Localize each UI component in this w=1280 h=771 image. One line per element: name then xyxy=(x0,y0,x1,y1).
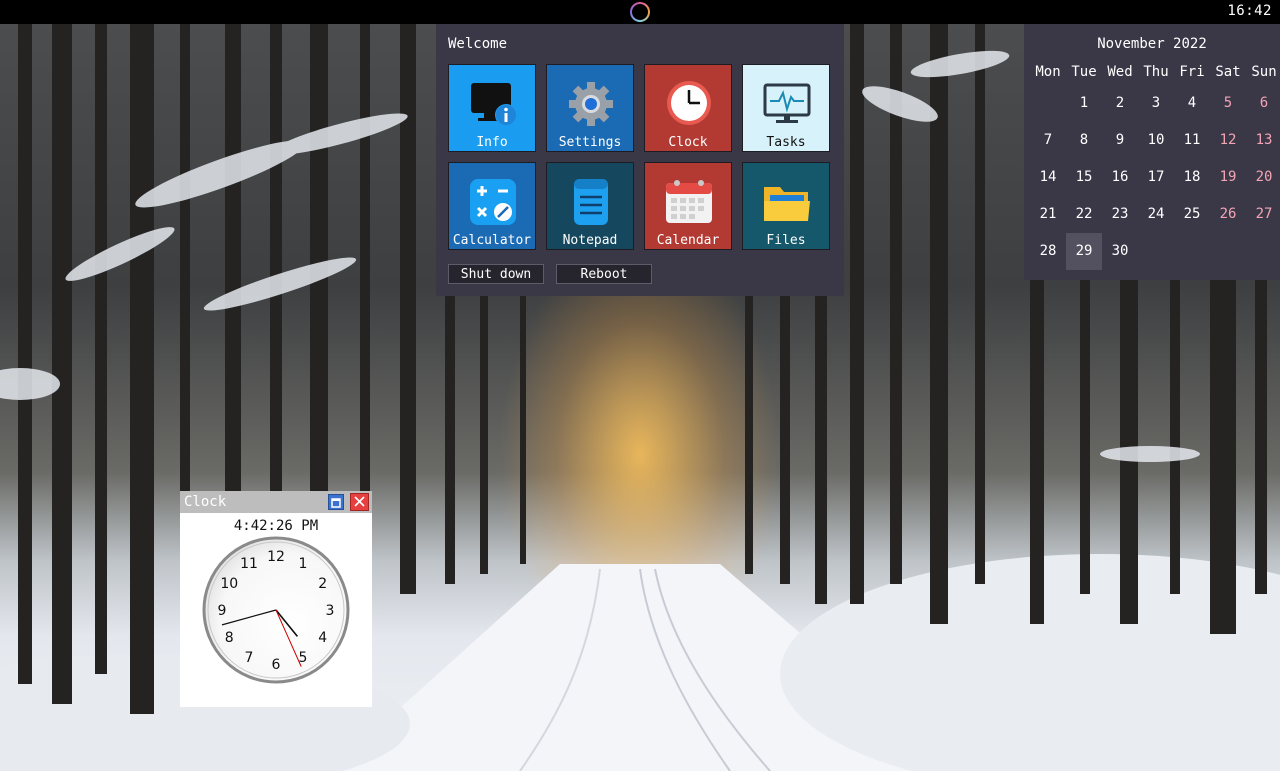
launcher-menu-icon[interactable] xyxy=(630,2,650,22)
info-tile[interactable]: Info xyxy=(448,64,536,152)
clock-numeral: 1 xyxy=(299,556,308,572)
calendar-day[interactable]: 14 xyxy=(1030,159,1066,196)
settings-tile[interactable]: Settings xyxy=(546,64,634,152)
clock-numeral: 3 xyxy=(326,603,335,619)
calendar-day[interactable]: 22 xyxy=(1066,196,1102,233)
calendar-day[interactable]: 4 xyxy=(1174,85,1210,122)
calendar-day[interactable]: 24 xyxy=(1138,196,1174,233)
tasks-tile-label: Tasks xyxy=(766,135,806,150)
close-icon xyxy=(354,496,365,507)
clock-window-titlebar[interactable]: Clock xyxy=(180,491,372,513)
calendar-day[interactable]: 20 xyxy=(1246,159,1280,196)
calendar-tile-label: Calendar xyxy=(656,233,720,248)
weekday-header: Tue xyxy=(1071,64,1097,80)
notepad-tile[interactable]: Notepad xyxy=(546,162,634,250)
calendar-day[interactable]: 25 xyxy=(1174,196,1210,233)
clock-numeral: 6 xyxy=(272,657,281,673)
calculator-tile-label: Calculator xyxy=(452,233,532,248)
calendar-day[interactable]: 5 xyxy=(1210,85,1246,122)
close-button[interactable] xyxy=(350,493,369,511)
weekday-header: Sat xyxy=(1215,64,1241,80)
calendar-day[interactable]: 8 xyxy=(1066,122,1102,159)
calendar-tile[interactable]: Calendar xyxy=(644,162,732,250)
gear-icon xyxy=(569,82,613,126)
calendar-day-today[interactable]: 29 xyxy=(1066,233,1102,270)
calendar-day[interactable]: 1 xyxy=(1066,85,1102,122)
calendar-day[interactable]: 9 xyxy=(1102,122,1138,159)
clock-numeral: 7 xyxy=(245,650,254,666)
clock-numeral: 11 xyxy=(240,556,258,572)
calendar-day[interactable]: 17 xyxy=(1138,159,1174,196)
tasks-tile[interactable]: Tasks xyxy=(742,64,830,152)
calendar-day[interactable]: 13 xyxy=(1246,122,1280,159)
calculator-tile[interactable]: Calculator xyxy=(448,162,536,250)
clock-numeral: 2 xyxy=(318,576,327,592)
calendar-day[interactable]: 19 xyxy=(1210,159,1246,196)
info-tile-label: Info xyxy=(476,135,508,150)
clock-numeral: 4 xyxy=(318,630,327,646)
weekday-header: Mon xyxy=(1035,64,1061,80)
calendar-day[interactable]: 30 xyxy=(1102,233,1138,270)
analog-clock-face: 12 1234567891011 xyxy=(202,536,350,684)
digital-time: 4:42:26 PM xyxy=(233,518,319,534)
clock-window: Clock 4:42:26 PM 12 1 2 3 4 5 6 7 8 9 10 11 xyxy=(180,491,372,707)
clock-numeral: 9 xyxy=(218,603,227,619)
calendar-day[interactable]: 28 xyxy=(1030,233,1066,270)
monitor-info-icon xyxy=(471,83,517,126)
calendar-day[interactable]: 12 xyxy=(1210,122,1246,159)
maximize-button[interactable] xyxy=(328,494,344,510)
reboot-button[interactable]: Reboot xyxy=(556,264,652,284)
calendar-day[interactable]: 11 xyxy=(1174,122,1210,159)
weekday-header: Wed xyxy=(1107,64,1133,80)
welcome-launcher: Welcome Info Settings Clock Tasks Calcul… xyxy=(436,24,844,296)
folder-icon xyxy=(764,187,810,221)
calendar-day[interactable]: 16 xyxy=(1102,159,1138,196)
settings-tile-label: Settings xyxy=(558,135,622,150)
shutdown-button[interactable]: Shut down xyxy=(448,264,544,284)
notepad-tile-label: Notepad xyxy=(562,233,618,248)
clock-numeral: 8 xyxy=(225,630,234,646)
clock-tile[interactable]: Clock xyxy=(644,64,732,152)
clock-numeral: 12 xyxy=(267,549,285,565)
calendar-widget: November 2022 Mon Tue Wed Thu Fri Sat Sun 1 2 3 4 5… xyxy=(1024,24,1280,280)
calendar-day[interactable]: 6 xyxy=(1246,85,1280,122)
calendar-icon xyxy=(666,180,712,223)
top-panel: 16:42 xyxy=(0,0,1280,24)
calendar-day[interactable]: 3 xyxy=(1138,85,1174,122)
files-tile[interactable]: Files xyxy=(742,162,830,250)
clock-icon xyxy=(667,81,711,125)
task-monitor-icon xyxy=(763,83,811,123)
notepad-icon xyxy=(574,179,608,225)
calendar-month-title: November 2022 xyxy=(1097,36,1207,52)
calendar-day[interactable]: 10 xyxy=(1138,122,1174,159)
files-tile-label: Files xyxy=(766,233,806,248)
clock-window-title: Clock xyxy=(184,494,227,510)
maximize-icon xyxy=(331,498,341,508)
calculator-icon xyxy=(470,179,516,225)
launcher-title: Welcome xyxy=(448,36,508,52)
weekday-header: Thu xyxy=(1143,64,1169,80)
clock-tile-label: Clock xyxy=(668,135,708,150)
calendar-day[interactable]: 7 xyxy=(1030,122,1066,159)
panel-clock[interactable]: 16:42 xyxy=(1227,3,1272,19)
calendar-day[interactable]: 27 xyxy=(1246,196,1280,233)
calendar-day[interactable]: 15 xyxy=(1066,159,1102,196)
calendar-day[interactable]: 18 xyxy=(1174,159,1210,196)
calendar-day[interactable]: 2 xyxy=(1102,85,1138,122)
clock-numeral: 10 xyxy=(220,576,238,592)
weekday-header: Sun xyxy=(1251,64,1277,80)
weekday-header: Fri xyxy=(1179,64,1205,80)
calendar-day[interactable]: 26 xyxy=(1210,196,1246,233)
calendar-day[interactable]: 23 xyxy=(1102,196,1138,233)
calendar-day[interactable]: 21 xyxy=(1030,196,1066,233)
